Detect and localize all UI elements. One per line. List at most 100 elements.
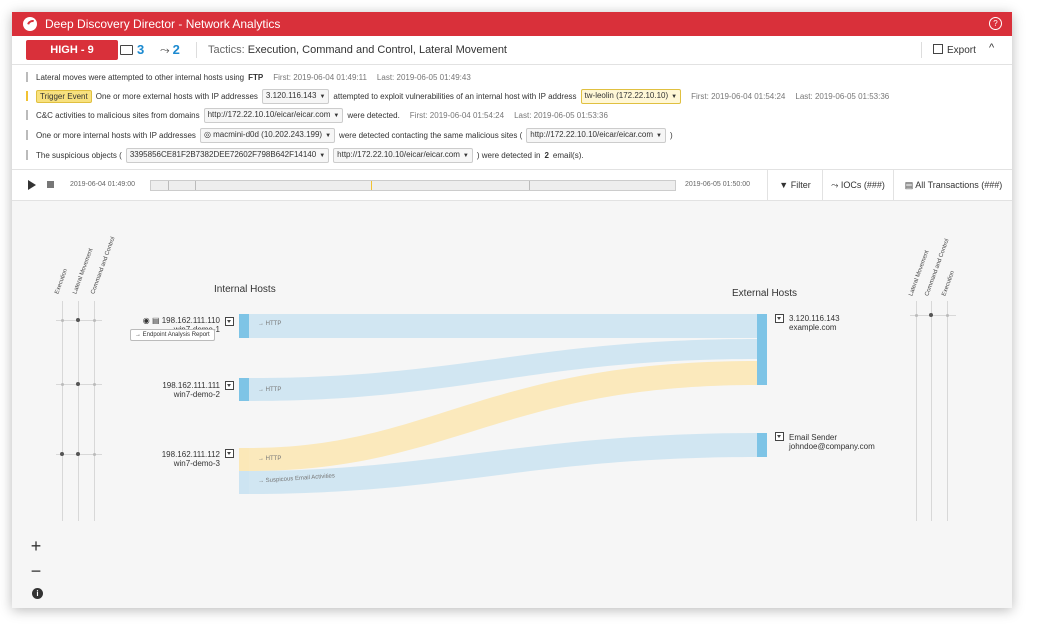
host-ip: 198.162.111.112 (161, 450, 220, 459)
event-text: email(s). (552, 150, 584, 160)
filter-icon: ▼ (779, 180, 791, 190)
event-last-seen: Last: 2019-06-05 01:49:43 (376, 72, 471, 82)
list-icon: ▤ (904, 180, 916, 190)
hash-chip[interactable]: 3395856CE81F2B7382DEE72602F798B642F14140… (125, 147, 330, 163)
chevron-down-icon: ▼ (671, 93, 678, 100)
all-transactions-button[interactable]: ▤ All Transactions (###) (893, 170, 1012, 200)
host-dropdown-icon[interactable] (775, 314, 784, 323)
chevron-down-icon: ▼ (462, 152, 469, 159)
node-host2 (239, 378, 249, 401)
chevron-down-icon: ▼ (319, 152, 326, 159)
severity-badge: HIGH - 9 (26, 40, 118, 60)
play-icon[interactable] (28, 180, 36, 190)
affected-hosts-count[interactable]: 3 (120, 42, 144, 57)
chip-label: 3395856CE81F2B7382DEE72602F798B642F14140 (129, 149, 317, 159)
stop-icon[interactable] (47, 181, 54, 188)
endpoint-report-button[interactable]: → Endpoint Analysis Report (130, 329, 215, 341)
internal-host-2[interactable]: 198.162.111.111 win7-demo-2 (136, 381, 220, 399)
event-text: attempted to exploit vulnerabilities of … (333, 91, 577, 101)
event-row-cnc: C&C activities to malicious sites from d… (26, 107, 608, 123)
export-label: Export (947, 45, 976, 56)
lateral-count[interactable]: ⤳ 2 (160, 42, 180, 58)
timeline-marker (529, 181, 530, 190)
url-chip[interactable]: http://172.22.10.10/eicar/eicar.com ▼ (203, 107, 344, 123)
computer-icon (120, 45, 133, 55)
event-first-seen: First: 2019-06-04 01:54:24 (409, 110, 505, 120)
host-dropdown-icon[interactable] (225, 381, 234, 390)
collapse-chevron-icon[interactable]: ^ (989, 42, 994, 54)
timeline-track[interactable] (150, 180, 676, 191)
iocs-label: IOCs (###) (840, 180, 885, 190)
chip-label: http://172.22.10.10/eicar/eicar.com (207, 109, 331, 119)
event-marker (26, 110, 28, 120)
host-ip: 3.120.116.143 (789, 314, 840, 323)
incident-header: HIGH - 9 3 ⤳ 2 Tactics: Execution, Comman… (12, 36, 1012, 65)
url-chip[interactable]: http://172.22.10.10/eicar/eicar.com ▼ (526, 127, 666, 143)
filter-button[interactable]: ▼ Filter (767, 170, 822, 200)
host-ip: 198.162.111.111 (162, 381, 220, 390)
header-divider (196, 42, 197, 58)
node-host3-http (239, 448, 249, 471)
chip-label: tw-leolin (172.22.10.10) (584, 90, 669, 100)
event-last-seen: Last: 2019-06-05 01:53:36 (514, 110, 608, 120)
host-chip[interactable]: tw-leolin (172.22.10.10) ▼ (580, 88, 682, 104)
timeline-bar: 2019-06-04 01:49:00 2019-06-05 01:50:00 … (12, 170, 1012, 201)
header-divider-right (921, 42, 922, 58)
filter-label: Filter (790, 180, 811, 190)
event-protocol: FTP (248, 72, 264, 82)
event-text: ) were detected in (476, 150, 541, 160)
host-dropdown-icon[interactable] (775, 432, 784, 441)
share-icon: ⤳ (831, 180, 841, 190)
event-text: The suspicious objects ( (36, 150, 122, 160)
report-label: Endpoint Analysis Report (142, 332, 210, 338)
event-marker (26, 91, 28, 101)
flow-band-host1-ext1 (249, 314, 757, 338)
transactions-label: All Transactions (###) (915, 180, 1003, 190)
node-host1 (239, 314, 249, 338)
url-chip[interactable]: http://172.22.10.10/eicar/eicar.com ▼ (333, 147, 473, 163)
iocs-button[interactable]: ⤳ IOCs (###) (822, 170, 893, 200)
help-icon[interactable]: ? (989, 17, 1002, 30)
chevron-down-icon: ▼ (333, 112, 340, 119)
hosts-count-value: 3 (137, 42, 145, 57)
host-name: johndoe@company.com (789, 442, 875, 451)
lateral-count-value: 2 (172, 42, 180, 57)
event-marker (26, 150, 28, 160)
host-dropdown-icon[interactable] (225, 317, 234, 326)
arrow-icon: → (135, 332, 143, 338)
email-count: 2 (544, 150, 549, 160)
node-host3-email (239, 471, 249, 494)
network-graph-canvas[interactable]: Execution Lateral Movement Command and C… (12, 201, 1012, 608)
host-chip[interactable]: ◎ macmini-d0d (10.202.243.199) ▼ (199, 127, 336, 143)
chip-label: http://172.22.10.10/eicar/eicar.com (337, 149, 460, 159)
zoom-out-button[interactable]: − (26, 561, 46, 581)
chip-label: 3.120.116.143 (265, 90, 317, 100)
internal-host-3[interactable]: 198.162.111.112 win7-demo-3 (136, 450, 220, 468)
event-text: were detected contacting the same malici… (339, 130, 523, 140)
chip-label: http://172.22.10.10/eicar/eicar.com (530, 129, 653, 139)
host-dropdown-icon[interactable] (225, 449, 234, 458)
timeline-marker-trigger (371, 181, 372, 190)
event-text: Lateral moves were attempted to other in… (36, 72, 245, 82)
event-summary-list: Lateral moves were attempted to other in… (12, 65, 1012, 170)
timeline-end: 2019-06-05 01:50:00 (685, 181, 750, 188)
timeline-start: 2019-06-04 01:49:00 (70, 181, 135, 188)
event-first-seen: First: 2019-06-04 01:49:11 (273, 72, 367, 82)
chevron-down-icon: ▼ (319, 93, 326, 100)
export-button[interactable]: Export (933, 44, 976, 56)
event-last-seen: Last: 2019-06-05 01:53:36 (795, 91, 890, 101)
node-email-sender (757, 433, 767, 457)
flow-label: → HTTP (258, 456, 282, 462)
chip-label: macmini-d0d (10.202.243.199) (213, 129, 323, 139)
flow-label: → HTTP (258, 321, 282, 327)
external-host-1[interactable]: 3.120.116.143 example.com (789, 314, 840, 332)
external-host-email[interactable]: Email Sender johndoe@company.com (789, 433, 875, 451)
info-icon[interactable]: i (32, 588, 43, 599)
chevron-down-icon: ▼ (325, 132, 332, 139)
event-marker (26, 72, 28, 82)
zoom-in-button[interactable]: + (26, 536, 46, 556)
tactics-label: Tactics: (208, 44, 245, 56)
timeline-marker (195, 181, 196, 190)
flow-diagram (239, 314, 767, 494)
ip-chip[interactable]: 3.120.116.143 ▼ (261, 88, 330, 104)
